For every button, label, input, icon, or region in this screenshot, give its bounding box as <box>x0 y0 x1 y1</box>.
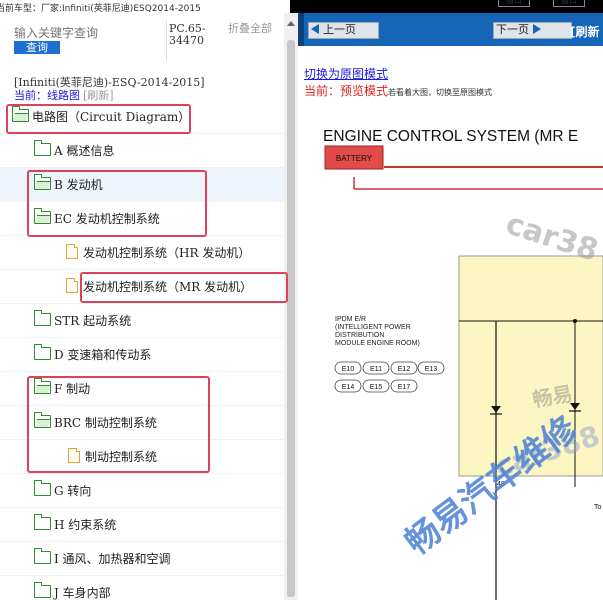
arrow-right-icon <box>533 24 541 34</box>
folder-icon <box>34 582 51 598</box>
document-icon <box>66 244 78 259</box>
tree-row[interactable]: J 车身内部 <box>0 576 284 600</box>
mode-name: 预览模式 <box>340 84 389 98</box>
tree-node-label: D 变速箱和传动系 <box>54 348 152 362</box>
tree-node[interactable]: G 转向 <box>34 480 92 500</box>
tree-row[interactable]: 发动机控制系统（HR 发动机） <box>0 236 284 270</box>
sidebar-scrollbar[interactable] <box>284 13 298 600</box>
tree-node[interactable]: J 车身内部 <box>34 582 111 600</box>
document-icon <box>66 278 78 293</box>
next-page-button[interactable]: 下一页 <box>493 22 572 39</box>
folder-icon <box>34 480 51 496</box>
viewer-navbar: 上一页 下一页 [刷新 <box>298 13 603 46</box>
tree-node-label: A 概述信息 <box>54 144 115 158</box>
tree-row[interactable]: A 概述信息 <box>0 134 284 168</box>
tree-row[interactable]: D 变速箱和传动系 <box>0 338 284 372</box>
scrollbar-thumb[interactable] <box>287 40 295 597</box>
tree-node-label: H 约束系统 <box>54 518 117 532</box>
tree-node-label: I 通风、加热器和空调 <box>54 552 171 566</box>
pc-code: PC.65-34470 <box>169 22 206 47</box>
tree-node[interactable]: I 通风、加热器和空调 <box>34 548 171 568</box>
highlight-mr-engine <box>80 272 288 303</box>
connector-list: E10 E11 E12 E13 E14 E15 E17 <box>334 361 445 393</box>
connector-label: E15 <box>370 384 383 391</box>
collapse-all-link[interactable]: 折叠全部 <box>228 23 272 35</box>
mode-indicator: 当前：预览模式若看着大图，切换至原图模式 <box>304 82 492 99</box>
tree-node-label: STR 起动系统 <box>54 314 132 328</box>
document-viewer: 上一页 下一页 [刷新 切换为原图模式 当前：预览模式若看着大图，切换至原图模式… <box>298 13 603 600</box>
highlight-engine <box>27 170 207 237</box>
ipdm-label: IPDM E/R (INTELLIGENT POWER DISTRIBUTION… <box>335 316 420 347</box>
tree-node[interactable]: H 约束系统 <box>34 514 117 534</box>
connector-label: E11 <box>370 366 382 373</box>
prev-page-label: 上一页 <box>323 23 356 36</box>
side-label: To <box>594 504 602 511</box>
folder-icon <box>34 548 51 564</box>
navbar-edge <box>298 13 304 46</box>
tree-row[interactable]: I 通风、加热器和空调 <box>0 542 284 576</box>
diagram-title: ENGINE CONTROL SYSTEM (MR E <box>323 128 578 145</box>
tree-node[interactable]: A 概述信息 <box>34 140 115 160</box>
battery-label: BATTERY <box>336 154 373 163</box>
tree-node[interactable]: STR 起动系统 <box>34 310 132 330</box>
scroll-up-arrow-icon[interactable] <box>287 21 295 26</box>
sidebar: 查询 PC.65-34470 折叠全部 [Infiniti(英菲尼迪)-ESQ-… <box>0 13 284 600</box>
top-window-button-1[interactable]: 窗口 <box>498 0 530 7</box>
arrow-left-icon <box>311 24 319 34</box>
connector-label: E17 <box>398 384 411 391</box>
folder-icon <box>34 140 51 156</box>
tree-node-label: G 转向 <box>54 484 92 498</box>
tree-node-label: J 车身内部 <box>54 586 111 600</box>
header-divider <box>166 21 167 61</box>
viewer-refresh-link[interactable]: [刷新 <box>570 23 600 40</box>
mode-current-label: 当前： <box>304 84 341 98</box>
folder-icon <box>34 310 51 326</box>
prev-page-button[interactable]: 上一页 <box>308 22 379 39</box>
highlight-brake <box>27 376 210 473</box>
connector-label: E10 <box>342 366 355 373</box>
search-input[interactable] <box>14 26 154 40</box>
highlight-circuit-diagram <box>6 104 191 134</box>
top-info-bar: 当前车型：厂家:Infiniti(英菲尼迪)ESQ2014-2015 窗口 窗口 <box>0 0 603 14</box>
ipdm-line-4: MODULE ENGINE ROOM) <box>335 340 420 347</box>
tree-node-label: 发动机控制系统（HR 发动机） <box>83 246 251 260</box>
top-window-button-2[interactable]: 窗口 <box>553 0 585 7</box>
folder-icon <box>34 344 51 360</box>
connector-label: E14 <box>342 384 355 391</box>
connector-label: E12 <box>398 366 411 373</box>
ipdm-line-3: DISTRIBUTION <box>335 332 384 339</box>
search-button[interactable]: 查询 <box>14 41 60 54</box>
next-page-label: 下一页 <box>496 23 529 36</box>
folder-icon <box>34 514 51 530</box>
switch-to-original-link[interactable]: 切换为原图模式 <box>304 65 388 82</box>
ipdm-line-1: IPDM E/R <box>335 316 366 323</box>
tree-row[interactable]: G 转向 <box>0 474 284 508</box>
mode-hint: 若看着大图，切换至原图模式 <box>388 88 493 97</box>
connector-label: E13 <box>425 366 438 373</box>
tree-row[interactable]: H 约束系统 <box>0 508 284 542</box>
tree-node[interactable]: 发动机控制系统（HR 发动机） <box>66 244 250 262</box>
tree-row[interactable]: STR 起动系统 <box>0 304 284 338</box>
ipdm-line-2: (INTELLIGENT POWER <box>335 324 411 331</box>
tree-node[interactable]: D 变速箱和传动系 <box>34 344 152 364</box>
